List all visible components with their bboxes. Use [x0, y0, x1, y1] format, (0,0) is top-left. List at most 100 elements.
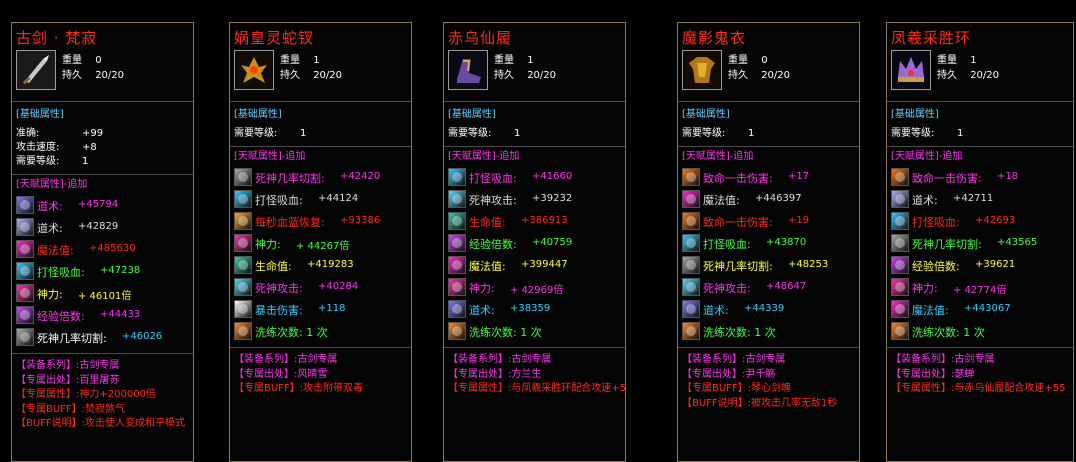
talent-row: 洗练次数: 1 次: [234, 322, 409, 341]
rune-icon[interactable]: [234, 322, 252, 340]
talent-row: 死神攻击: +39232: [448, 190, 623, 209]
gem-icon[interactable]: [891, 256, 909, 274]
orb-icon[interactable]: [891, 300, 909, 318]
talent-value: +17: [788, 171, 810, 182]
gem-icon[interactable]: [16, 306, 34, 324]
basic-attribute-row: 需要等级: 1: [234, 126, 306, 141]
talent-value: +46026: [122, 331, 163, 342]
talent-label: 死神几率切割:: [912, 238, 982, 251]
item-icon-frame[interactable]: [16, 50, 56, 90]
rune-icon[interactable]: [682, 322, 700, 340]
talent-row: 洗练次数: 1 次: [682, 322, 857, 341]
eye-icon[interactable]: [448, 190, 466, 208]
eye-icon[interactable]: [682, 278, 700, 296]
talent-label: 打怪吸血:: [37, 266, 85, 279]
item-icon-frame[interactable]: [682, 50, 722, 90]
talent-value: +18: [997, 171, 1019, 182]
gem-icon[interactable]: [448, 234, 466, 252]
set-info-line: 【专属出处】:尹千觞: [682, 368, 776, 380]
divider: [230, 101, 411, 102]
divider: [887, 101, 1073, 102]
orb-icon[interactable]: [682, 190, 700, 208]
orb-icon[interactable]: [448, 256, 466, 274]
talent-value: +443067: [964, 303, 1011, 314]
talent-value: +39621: [975, 259, 1016, 270]
talent-row: 经验倍数: +40759: [448, 234, 623, 253]
burst-icon[interactable]: [891, 168, 909, 186]
blade-icon[interactable]: [16, 328, 34, 346]
drop-icon[interactable]: [891, 212, 909, 230]
fire-icon[interactable]: [234, 212, 252, 230]
rune-icon[interactable]: [448, 322, 466, 340]
talent-value: +42711: [953, 193, 994, 204]
talent-label: 道术:: [703, 304, 729, 317]
blade-icon[interactable]: [891, 234, 909, 252]
attribute-value: 1: [300, 128, 307, 139]
divider: [12, 101, 193, 102]
talent-value: +419283: [307, 259, 354, 270]
talent-row: 死神攻击: +48647: [682, 278, 857, 297]
leaf-icon[interactable]: [448, 212, 466, 230]
star-icon[interactable]: [448, 278, 466, 296]
attribute-label: 需要等级:: [16, 156, 60, 167]
talent-row: 死神几率切割: +42420: [234, 168, 409, 187]
star-icon[interactable]: [16, 284, 34, 302]
star-icon[interactable]: [234, 234, 252, 252]
basic-section-header: [基础属性]: [448, 109, 496, 120]
wing-icon[interactable]: [448, 300, 466, 318]
armor-icon: [683, 51, 721, 89]
set-info-line: 【专属属性】:与赤乌仙履配合攻速+55: [891, 383, 1066, 394]
blade-icon[interactable]: [234, 168, 252, 186]
talent-row: 洗练次数: 1 次: [891, 322, 1071, 341]
blade-icon[interactable]: [682, 256, 700, 274]
burst-icon[interactable]: [682, 212, 700, 230]
attribute-value: +99: [82, 128, 104, 139]
drop-icon[interactable]: [234, 190, 252, 208]
durability-value: 20/20: [95, 70, 125, 81]
talent-row: 生命值: +419283: [234, 256, 409, 275]
drop-icon[interactable]: [448, 168, 466, 186]
item-icon-frame[interactable]: [448, 50, 488, 90]
basic-section-header: [基础属性]: [234, 109, 282, 120]
wing-icon[interactable]: [891, 190, 909, 208]
talent-row: 打怪吸血: +42693: [891, 212, 1071, 231]
wing-icon[interactable]: [682, 300, 700, 318]
talent-section-header: [天赋属性]-追加: [891, 151, 963, 162]
leaf-icon[interactable]: [234, 256, 252, 274]
wing-icon[interactable]: [16, 196, 34, 214]
weight-label: 重量: [728, 55, 748, 66]
wing-icon[interactable]: [16, 218, 34, 236]
drop-icon[interactable]: [16, 262, 34, 280]
item-icon-frame[interactable]: [891, 50, 931, 90]
orb-icon[interactable]: [16, 240, 34, 258]
basic-attribute-row: 需要等级: 1: [16, 154, 88, 169]
set-info-line: 【装备系列】:古剑专属: [16, 360, 120, 371]
divider: [678, 347, 859, 348]
item-stats: 重量 1 持久 20/20: [280, 53, 342, 83]
eye-icon[interactable]: [234, 278, 252, 296]
item-tooltip-panel-5: 凤羲采胜环 重量 1 持久 20/20 [基础属性] 需要等级: 1 [天赋属性]…: [886, 22, 1074, 462]
weight-label: 重量: [494, 55, 514, 66]
durability-value: 20/20: [970, 70, 1000, 81]
talent-label: 死神攻击:: [703, 282, 751, 295]
set-info-line: 【装备系列】:古剑专属: [234, 354, 338, 365]
item-icon-frame[interactable]: [234, 50, 274, 90]
set-info-line: 【专属属性】:神力+200000倍: [16, 389, 156, 400]
drop-icon[interactable]: [682, 234, 700, 252]
rune-icon[interactable]: [891, 322, 909, 340]
talent-section-header: [天赋属性]-追加: [682, 151, 754, 162]
talent-label: 经验倍数:: [37, 310, 85, 323]
star-icon[interactable]: [891, 278, 909, 296]
talent-label: 魔法值:: [703, 194, 740, 207]
attribute-label: 需要等级:: [448, 128, 492, 139]
talent-row: 魔法值: +446397: [682, 190, 857, 209]
talent-value: +386913: [521, 215, 568, 226]
talent-row: 魔法值: +399447: [448, 256, 623, 275]
divider: [12, 174, 193, 175]
burst-icon[interactable]: [234, 300, 252, 318]
talent-label: 打怪吸血:: [912, 216, 960, 229]
burst-icon[interactable]: [682, 168, 700, 186]
item-tooltip-panel-4: 魔影鬼衣 重量 0 持久 20/20 [基础属性] 需要等级: 1 [天赋属性]-…: [677, 22, 860, 462]
talent-row: 打怪吸血: +41660: [448, 168, 623, 187]
talent-value: +42420: [340, 171, 381, 182]
